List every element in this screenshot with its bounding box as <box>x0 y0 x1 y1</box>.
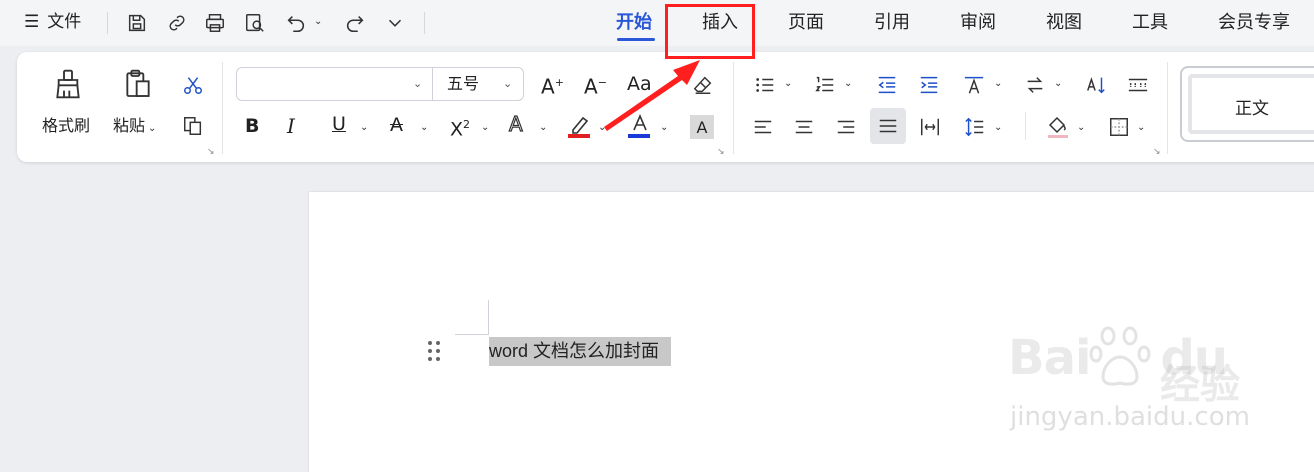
drag-handle-icon[interactable] <box>427 340 441 362</box>
format-painter-icon[interactable] <box>50 66 86 102</box>
font-size-dropdown-icon[interactable]: ⌄ <box>503 77 512 90</box>
increase-font-size-icon[interactable]: A+ <box>541 73 564 97</box>
style-normal-label[interactable]: 正文 <box>1235 94 1269 119</box>
tab-member[interactable]: 会员专享 <box>1218 10 1290 36</box>
copy-icon[interactable] <box>180 113 206 139</box>
shading-fill-icon[interactable] <box>1044 112 1072 140</box>
font-size-value[interactable]: 五号 <box>447 74 479 94</box>
font-color-icon[interactable] <box>626 112 654 140</box>
tab-home[interactable]: 开始 <box>616 10 652 36</box>
strikethrough-dropdown-icon[interactable]: ⌄ <box>420 122 428 133</box>
paste-button[interactable]: 粘贴 ⌄ <box>113 116 156 139</box>
annotation-highlight-box <box>665 4 755 59</box>
file-menu-label: 文件 <box>47 12 82 32</box>
underline-dropdown-icon[interactable]: ⌄ <box>360 122 368 133</box>
bold-icon[interactable]: B <box>245 116 259 136</box>
show-marks-icon[interactable] <box>1124 72 1152 98</box>
undo-icon[interactable] <box>283 10 309 36</box>
font-launcher-icon[interactable]: ↘ <box>717 147 725 157</box>
shading-dropdown-icon[interactable]: ⌄ <box>1077 122 1085 133</box>
tab-review[interactable]: 审阅 <box>960 10 996 36</box>
tab-view[interactable]: 视图 <box>1046 10 1082 36</box>
divider <box>1167 62 1168 154</box>
font-name-input[interactable] <box>237 68 432 100</box>
divider <box>1025 112 1026 140</box>
watermark-url: jingyan.baidu.com <box>1010 402 1250 432</box>
cut-icon[interactable] <box>180 72 206 98</box>
divider <box>432 68 433 100</box>
sort-swap-icon[interactable] <box>1022 72 1048 98</box>
bullet-list-dropdown-icon[interactable]: ⌄ <box>784 78 792 89</box>
numbered-list-icon[interactable] <box>812 72 838 98</box>
clear-format-eraser-icon[interactable] <box>690 72 716 98</box>
highlight-pen-icon[interactable] <box>566 112 594 140</box>
paste-label: 粘贴 <box>113 116 146 135</box>
italic-icon[interactable]: I <box>287 116 295 136</box>
increase-indent-icon[interactable] <box>916 72 942 98</box>
tab-tools[interactable]: 工具 <box>1132 10 1168 36</box>
more-chevron-icon[interactable] <box>382 10 408 36</box>
decrease-font-size-icon[interactable]: A− <box>584 73 607 97</box>
undo-dropdown-icon[interactable]: ⌄ <box>314 16 322 27</box>
highlight-dropdown-icon[interactable]: ⌄ <box>598 122 606 133</box>
align-left-icon[interactable] <box>750 114 776 140</box>
paste-dropdown-icon: ⌄ <box>148 123 157 134</box>
text-direction-dropdown-icon[interactable]: ⌄ <box>994 78 1002 89</box>
divider <box>733 62 734 154</box>
link-icon[interactable] <box>164 10 190 36</box>
align-right-icon[interactable] <box>833 114 859 140</box>
active-tab-indicator <box>617 38 655 41</box>
superscript-icon[interactable]: X2 <box>450 115 470 139</box>
divider <box>222 62 223 154</box>
tab-references[interactable]: 引用 <box>874 10 910 36</box>
print-icon[interactable] <box>202 10 228 36</box>
save-icon[interactable] <box>124 10 150 36</box>
strikethrough-icon[interactable]: A <box>390 115 403 135</box>
underline-icon[interactable]: U <box>332 114 346 134</box>
paste-icon[interactable] <box>120 66 156 102</box>
line-spacing-dropdown-icon[interactable]: ⌄ <box>994 122 1002 133</box>
watermark-paw-icon <box>1089 326 1151 386</box>
line-spacing-icon[interactable] <box>962 114 988 140</box>
borders-dropdown-icon[interactable]: ⌄ <box>1137 122 1145 133</box>
redo-icon[interactable] <box>342 10 368 36</box>
ribbon-toolbar <box>17 52 1314 162</box>
bullet-list-icon[interactable] <box>752 72 778 98</box>
format-painter-label[interactable]: 格式刷 <box>42 116 90 136</box>
divider <box>107 12 108 34</box>
decrease-indent-icon[interactable] <box>874 72 900 98</box>
title-bar <box>0 0 1314 46</box>
numbered-list-dropdown-icon[interactable]: ⌄ <box>844 78 852 89</box>
text-direction-icon[interactable] <box>960 72 988 98</box>
hamburger-icon: ☰ <box>24 12 40 32</box>
tab-page[interactable]: 页面 <box>788 10 824 36</box>
font-selector: ⌄ 五号 ⌄ <box>236 67 524 101</box>
selected-document-text[interactable]: word 文档怎么加封面 <box>489 337 672 366</box>
clipboard-launcher-icon[interactable]: ↘ <box>207 147 215 157</box>
text-effect-icon[interactable]: A <box>508 113 523 134</box>
font-color-dropdown-icon[interactable]: ⌄ <box>660 122 668 133</box>
superscript-dropdown-icon[interactable]: ⌄ <box>481 122 489 133</box>
distribute-icon[interactable] <box>917 114 943 140</box>
change-case-icon[interactable]: Aa <box>627 74 652 94</box>
margin-corner-mark <box>488 300 489 334</box>
sort-swap-dropdown-icon[interactable]: ⌄ <box>1054 78 1062 89</box>
justify-icon[interactable] <box>870 108 906 144</box>
margin-corner-mark <box>455 334 489 335</box>
font-name-dropdown-icon[interactable]: ⌄ <box>413 77 422 90</box>
borders-icon[interactable] <box>1106 114 1132 140</box>
paragraph-launcher-icon[interactable]: ↘ <box>1153 147 1161 157</box>
file-menu-button[interactable]: ☰ 文件 <box>24 10 81 34</box>
sort-az-icon[interactable] <box>1082 72 1110 98</box>
text-effect-dropdown-icon[interactable]: ⌄ <box>539 122 547 133</box>
divider <box>424 12 425 34</box>
align-center-icon[interactable] <box>791 114 817 140</box>
character-shading-icon[interactable]: A <box>690 115 714 139</box>
print-preview-icon[interactable] <box>242 10 268 36</box>
